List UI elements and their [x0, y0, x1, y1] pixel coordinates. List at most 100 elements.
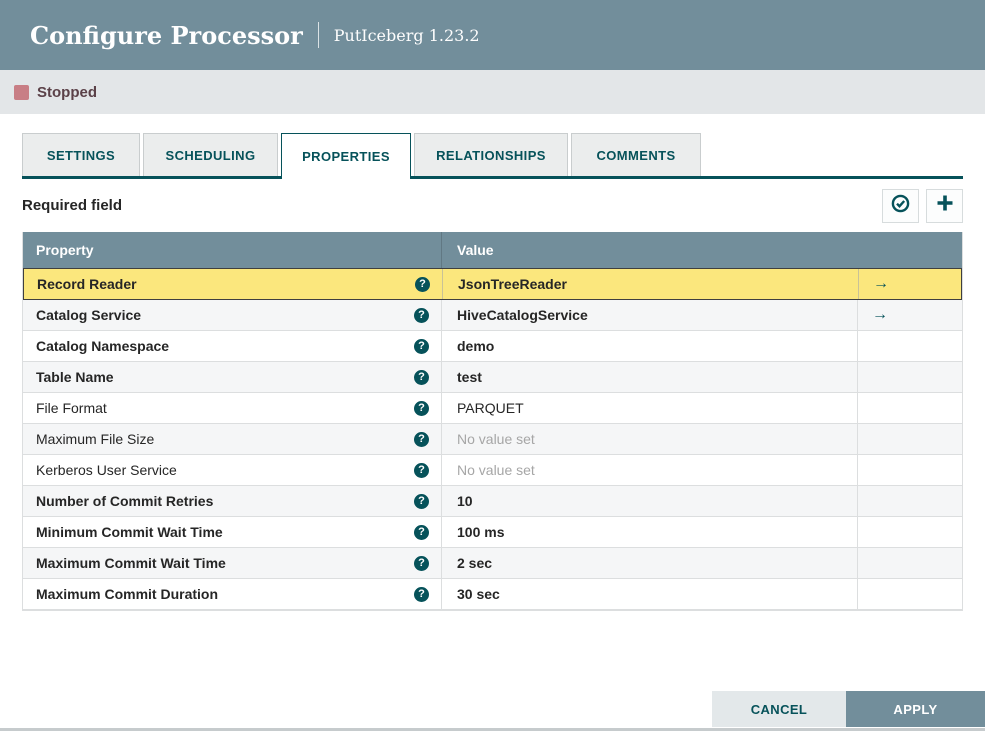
- goto-service-cell: [857, 455, 962, 485]
- property-name: Catalog Service: [36, 307, 142, 323]
- status-bar: Stopped: [0, 70, 985, 114]
- property-table-body: Record Reader? JsonTreeReader → Catalog Ser…: [23, 268, 962, 610]
- property-value-cell[interactable]: 10: [441, 486, 857, 516]
- property-name: Table Name: [36, 369, 114, 385]
- goto-service-cell: [857, 424, 962, 454]
- apply-button[interactable]: APPLY: [846, 691, 985, 727]
- property-value: No value set: [457, 462, 535, 478]
- property-value: 10: [457, 493, 473, 509]
- help-icon[interactable]: ?: [414, 369, 429, 385]
- goto-service-cell[interactable]: →: [858, 269, 961, 299]
- property-value-cell[interactable]: PARQUET: [441, 393, 857, 423]
- property-name-cell: Catalog Namespace?: [23, 331, 441, 361]
- stopped-status-icon: [14, 84, 29, 100]
- help-icon[interactable]: ?: [414, 555, 429, 571]
- property-name-cell: Record Reader?: [24, 269, 442, 299]
- help-icon[interactable]: ?: [414, 400, 429, 416]
- tab-settings[interactable]: SETTINGS: [22, 133, 140, 176]
- property-value-cell[interactable]: No value set: [441, 424, 857, 454]
- property-name-cell: Minimum Commit Wait Time?: [23, 517, 441, 547]
- table-row[interactable]: Catalog Service? HiveCatalogService →: [23, 300, 962, 331]
- tab-bar: SETTINGS SCHEDULING PROPERTIES RELATIONSHIP…: [22, 133, 963, 179]
- table-row[interactable]: Catalog Namespace? demo: [23, 331, 962, 362]
- property-value: 100 ms: [457, 524, 505, 540]
- property-name-cell: Table Name?: [23, 362, 441, 392]
- property-value: test: [457, 369, 482, 385]
- table-row[interactable]: Maximum Commit Duration? 30 sec: [23, 579, 962, 610]
- property-name: Maximum Commit Wait Time: [36, 555, 226, 571]
- property-name-cell: File Format?: [23, 393, 441, 423]
- table-row[interactable]: Minimum Commit Wait Time? 100 ms: [23, 517, 962, 548]
- property-name-cell: Maximum File Size?: [23, 424, 441, 454]
- property-name: Minimum Commit Wait Time: [36, 524, 223, 540]
- property-value-cell[interactable]: JsonTreeReader: [442, 269, 858, 299]
- table-row[interactable]: Maximum Commit Wait Time? 2 sec: [23, 548, 962, 579]
- status-label: Stopped: [37, 83, 97, 101]
- cancel-button[interactable]: CANCEL: [712, 691, 846, 727]
- add-property-button[interactable]: [926, 188, 963, 223]
- help-icon[interactable]: ?: [414, 462, 429, 478]
- property-name: Maximum File Size: [36, 431, 155, 447]
- goto-service-cell: [857, 331, 962, 361]
- goto-service-cell: [857, 486, 962, 516]
- help-icon[interactable]: ?: [415, 276, 430, 292]
- goto-service-icon[interactable]: →: [873, 275, 889, 293]
- processor-type-version: PutIceberg 1.23.2: [333, 25, 480, 45]
- table-row[interactable]: Maximum File Size? No value set: [23, 424, 962, 455]
- dialog-content: SETTINGS SCHEDULING PROPERTIES RELATIONSHIP…: [0, 133, 985, 611]
- table-row[interactable]: Record Reader? JsonTreeReader →: [23, 268, 962, 300]
- tab-comments[interactable]: COMMENTS: [571, 133, 701, 176]
- property-value: 30 sec: [457, 586, 500, 602]
- property-table-header: Property Value: [23, 232, 962, 268]
- property-name: Catalog Namespace: [36, 338, 170, 354]
- dialog-footer: CANCEL APPLY: [712, 691, 985, 727]
- property-table: Property Value Record Reader? JsonTreeRea…: [22, 232, 963, 611]
- column-header-property: Property: [36, 242, 94, 258]
- help-icon[interactable]: ?: [414, 493, 429, 509]
- help-icon[interactable]: ?: [414, 307, 429, 323]
- property-value: 2 sec: [457, 555, 493, 571]
- property-value-cell[interactable]: test: [441, 362, 857, 392]
- column-header-value: Value: [441, 232, 857, 268]
- help-icon[interactable]: ?: [414, 586, 429, 602]
- property-value-cell[interactable]: 100 ms: [441, 517, 857, 547]
- property-name-cell: Catalog Service?: [23, 300, 441, 330]
- verify-properties-button[interactable]: [882, 188, 919, 223]
- property-value-cell[interactable]: 2 sec: [441, 548, 857, 578]
- property-name: File Format: [36, 400, 107, 416]
- tab-scheduling[interactable]: SCHEDULING: [143, 133, 278, 176]
- property-name: Kerberos User Service: [36, 462, 177, 478]
- goto-service-cell: [857, 517, 962, 547]
- toolbar-buttons: [882, 188, 963, 223]
- property-value-cell[interactable]: 30 sec: [441, 579, 857, 609]
- table-row[interactable]: Kerberos User Service? No value set: [23, 455, 962, 486]
- property-value-cell[interactable]: demo: [441, 331, 857, 361]
- properties-toolbar: Required field: [22, 179, 963, 232]
- goto-service-cell[interactable]: →: [857, 300, 962, 330]
- property-name-cell: Kerberos User Service?: [23, 455, 441, 485]
- goto-service-cell: [857, 579, 962, 609]
- property-name: Maximum Commit Duration: [36, 586, 219, 602]
- help-icon[interactable]: ?: [414, 431, 429, 447]
- goto-service-cell: [857, 393, 962, 423]
- tab-relationships[interactable]: RELATIONSHIPS: [414, 133, 568, 176]
- dialog-title: Configure Processor: [30, 20, 303, 50]
- help-icon[interactable]: ?: [414, 524, 429, 540]
- dialog-header: Configure Processor PutIceberg 1.23.2: [0, 0, 985, 70]
- table-row[interactable]: Table Name? test: [23, 362, 962, 393]
- property-value-cell[interactable]: No value set: [441, 455, 857, 485]
- property-name-cell: Number of Commit Retries?: [23, 486, 441, 516]
- check-circle-icon: [890, 193, 911, 219]
- property-name-cell: Maximum Commit Wait Time?: [23, 548, 441, 578]
- table-row[interactable]: Number of Commit Retries? 10: [23, 486, 962, 517]
- goto-service-cell: [857, 362, 962, 392]
- goto-service-icon[interactable]: →: [872, 306, 888, 324]
- plus-icon: [935, 193, 955, 218]
- table-row[interactable]: File Format? PARQUET: [23, 393, 962, 424]
- property-value-cell[interactable]: HiveCatalogService: [441, 300, 857, 330]
- help-icon[interactable]: ?: [414, 338, 429, 354]
- property-value: HiveCatalogService: [457, 307, 588, 323]
- required-field-label: Required field: [22, 197, 123, 214]
- property-name: Number of Commit Retries: [36, 493, 214, 509]
- tab-properties[interactable]: PROPERTIES: [281, 133, 411, 179]
